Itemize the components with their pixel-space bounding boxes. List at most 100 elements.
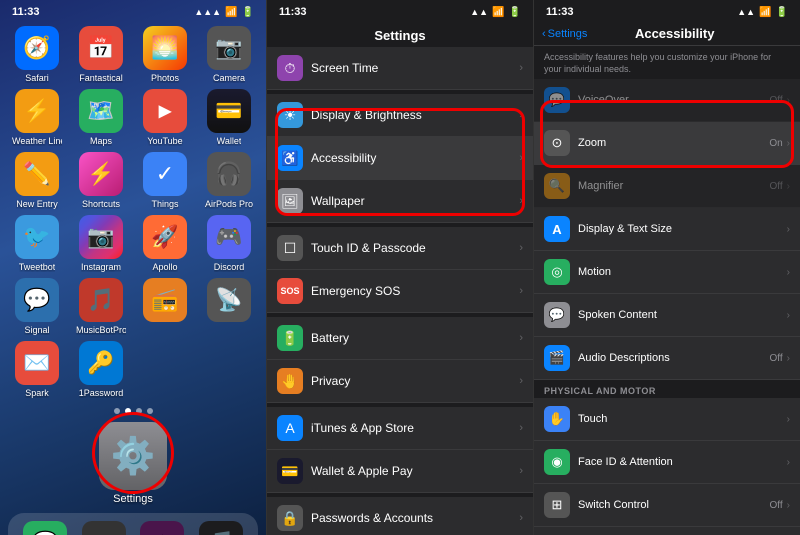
sos-icon: SOS xyxy=(277,278,303,304)
settings-item-privacy[interactable]: 🤚 Privacy › xyxy=(267,360,533,403)
textsize-chevron: › xyxy=(787,224,790,235)
zoom-value: On xyxy=(769,138,782,149)
app-apollo[interactable]: 🚀 Apollo xyxy=(136,215,194,272)
settings-group-display: ☀ Display & Brightness › ♿ Accessibility… xyxy=(267,94,533,223)
accessibility-chevron: › xyxy=(519,152,523,164)
acc-item-voicecontrol[interactable]: 🎙 Voice Control Off › xyxy=(534,527,800,535)
dock: 💬 ⬛ ✦ 🎵 xyxy=(8,513,258,535)
acc-item-spokencontent[interactable]: 💬 Spoken Content › xyxy=(534,294,800,337)
status-bar-2: 11:33 ▲▲ 📶 🔋 xyxy=(267,0,533,20)
app-shortcuts[interactable]: ⚡ Shortcuts xyxy=(72,152,130,209)
app-newentry[interactable]: ✏️ New Entry xyxy=(8,152,66,209)
audiodesc-chevron: › xyxy=(787,353,790,364)
spokencontent-chevron: › xyxy=(787,310,790,321)
app-instagram[interactable]: 📷 Instagram xyxy=(72,215,130,272)
app-antenna[interactable]: 📡 xyxy=(200,278,258,335)
app-spark[interactable]: ✉️ Spark xyxy=(8,341,66,398)
status-icons-1: ▲▲▲ 📶 🔋 xyxy=(194,7,254,18)
passwords-icon: 🔒 xyxy=(277,505,303,531)
app-grid: 🧭 Safari 📅 Fantastical 🌅 Photos 📷 Camera… xyxy=(0,20,266,404)
app-camera[interactable]: 📷 Camera xyxy=(200,26,258,83)
app-things-label: Things xyxy=(151,199,178,209)
settings-item-applepay[interactable]: 💳 Wallet & Apple Pay › xyxy=(267,450,533,493)
dock-slack[interactable]: ✦ xyxy=(140,521,184,535)
settings-item-touchid[interactable]: ☐ Touch ID & Passcode › xyxy=(267,227,533,270)
dot-2 xyxy=(125,408,131,414)
dock-app2[interactable]: ⬛ xyxy=(82,521,126,535)
app-airpods[interactable]: 🎧 AirPods Pro xyxy=(200,152,258,209)
accessibility-subtitle: Accessibility features help you customiz… xyxy=(534,46,800,79)
settings-item-screentime[interactable]: ⏱ Screen Time › xyxy=(267,47,533,90)
zoom-icon: ⊙ xyxy=(544,130,570,156)
time-1: 11:33 xyxy=(12,6,40,18)
battery-chevron: › xyxy=(519,332,523,344)
acc-item-faceid[interactable]: ◉ Face ID & Attention › xyxy=(534,441,800,484)
dot-3 xyxy=(136,408,142,414)
touchid-label: Touch ID & Passcode xyxy=(311,241,519,255)
accessibility-icon: ♿ xyxy=(277,145,303,171)
touch-label: Touch xyxy=(578,413,787,425)
app-discord-label: Discord xyxy=(214,262,245,272)
acc-item-displaytextsize[interactable]: A Display & Text Size › xyxy=(534,208,800,251)
magnifier-icon: 🔍 xyxy=(544,173,570,199)
app-things[interactable]: ✓ Things xyxy=(136,152,194,209)
app-radio[interactable]: 📻 xyxy=(136,278,194,335)
settings-item-accessibility[interactable]: ♿ Accessibility › xyxy=(267,137,533,180)
settings-item-wallpaper[interactable]: 🖼 Wallpaper › xyxy=(267,180,533,223)
acc-item-touch[interactable]: ✋ Touch › xyxy=(534,398,800,441)
passwords-chevron: › xyxy=(519,512,523,524)
acc-item-audiodesc[interactable]: 🎬 Audio Descriptions Off › xyxy=(534,337,800,380)
settings-item-passwords[interactable]: 🔒 Passwords & Accounts › xyxy=(267,497,533,535)
dot-4 xyxy=(147,408,153,414)
acc-item-zoom[interactable]: ⊙ Zoom On › xyxy=(534,122,800,165)
settings-item-battery[interactable]: 🔋 Battery › xyxy=(267,317,533,360)
app-photos[interactable]: 🌅 Photos xyxy=(136,26,194,83)
app-musicbotpro[interactable]: 🎵 MusicBotPro xyxy=(72,278,130,335)
app-fantastical-label: Fantastical xyxy=(79,73,123,83)
acc-item-switchcontrol[interactable]: ⊞ Switch Control Off › xyxy=(534,484,800,527)
back-chevron: ‹ xyxy=(542,28,546,40)
app-fantastical[interactable]: 📅 Fantastical xyxy=(72,26,130,83)
settings-section: ⚙️ Settings xyxy=(0,418,266,509)
app-apollo-label: Apollo xyxy=(152,262,177,272)
wifi-icon-2: 📶 xyxy=(492,7,504,18)
voiceover-icon: 💬 xyxy=(544,87,570,113)
app-discord[interactable]: 🎮 Discord xyxy=(200,215,258,272)
acc-item-magnifier[interactable]: 🔍 Magnifier Off › xyxy=(534,165,800,208)
accessibility-list: 💬 VoiceOver Off › ⊙ Zoom On › 🔍 Magnifie… xyxy=(534,79,800,535)
acc-item-motion[interactable]: ◎ Motion › xyxy=(534,251,800,294)
motion-icon: ◎ xyxy=(544,259,570,285)
acc-item-voiceover[interactable]: 💬 VoiceOver Off › xyxy=(534,79,800,122)
applepay-chevron: › xyxy=(519,465,523,477)
touchid-icon: ☐ xyxy=(277,235,303,261)
back-button[interactable]: ‹ Settings xyxy=(542,28,587,40)
audiodesc-value: Off xyxy=(770,353,783,364)
dock-messages[interactable]: 💬 xyxy=(23,521,67,535)
home-screen-panel: 11:33 ▲▲▲ 📶 🔋 🧭 Safari 📅 Fantastical 🌅 P… xyxy=(0,0,266,535)
status-icons-3: ▲▲ 📶 🔋 xyxy=(737,7,788,18)
app-tweetbot[interactable]: 🐦 Tweetbot xyxy=(8,215,66,272)
app-signal-label: Signal xyxy=(24,325,49,335)
app-settings[interactable]: ⚙️ Settings xyxy=(99,422,167,505)
app-maps[interactable]: 🗺️ Maps xyxy=(72,89,130,146)
audiodesc-label: Audio Descriptions xyxy=(578,352,770,364)
signal-icon-2: ▲▲ xyxy=(470,7,488,17)
app-newentry-label: New Entry xyxy=(16,199,58,209)
app-safari[interactable]: 🧭 Safari xyxy=(8,26,66,83)
settings-item-display[interactable]: ☀ Display & Brightness › xyxy=(267,94,533,137)
voiceover-value: Off xyxy=(770,95,783,106)
battery-settings-icon: 🔋 xyxy=(277,325,303,351)
settings-item-sos[interactable]: SOS Emergency SOS › xyxy=(267,270,533,313)
battery-icon-3: 🔋 xyxy=(776,7,788,18)
app-wallet[interactable]: 💳 Wallet xyxy=(200,89,258,146)
dock-music[interactable]: 🎵 xyxy=(199,521,243,535)
app-weather[interactable]: ⚡ Weather Line xyxy=(8,89,66,146)
app-1password[interactable]: 🔑 1Password xyxy=(72,341,130,398)
app-youtube[interactable]: ▶ YouTube xyxy=(136,89,194,146)
battery-label: Battery xyxy=(311,331,519,345)
status-bar-3: 11:33 ▲▲ 📶 🔋 xyxy=(534,0,800,20)
privacy-chevron: › xyxy=(519,375,523,387)
app-signal[interactable]: 💬 Signal xyxy=(8,278,66,335)
settings-item-appstore[interactable]: A iTunes & App Store › xyxy=(267,407,533,450)
touch-chevron: › xyxy=(787,414,790,425)
